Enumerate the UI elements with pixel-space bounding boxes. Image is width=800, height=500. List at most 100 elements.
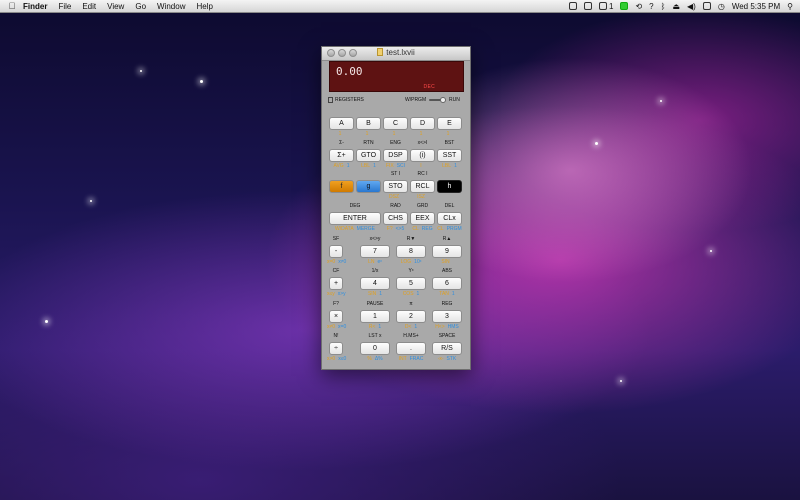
- sync-icon[interactable]: ⟲: [635, 2, 642, 11]
- key-row2-0[interactable]: Σ+: [329, 149, 354, 162]
- key-top-label: ENG: [390, 140, 401, 146]
- key-bottom-labels: D< 1: [394, 324, 428, 330]
- key-g-label: STK: [446, 356, 457, 362]
- key-row8-1[interactable]: 0: [360, 342, 390, 355]
- key-row1-2[interactable]: C: [383, 117, 408, 130]
- key-bottom-labels: % Δ%: [358, 356, 392, 362]
- key-top-label: RC I: [417, 171, 428, 177]
- key-row4-1[interactable]: CHS: [383, 212, 408, 225]
- key-g-label: 1: [379, 291, 383, 297]
- key-top-label: Σ-: [339, 140, 344, 146]
- key-row4-2[interactable]: EEX: [410, 212, 435, 225]
- apple-menu-icon[interactable]: : [7, 1, 17, 11]
- spaces-icon[interactable]: [569, 2, 578, 10]
- key-row5-2[interactable]: 8: [396, 245, 426, 258]
- key-row3-2[interactable]: STO: [383, 180, 408, 193]
- title-bar[interactable]: test.lxvii: [322, 47, 470, 61]
- key-top-label: F?: [333, 301, 339, 307]
- key-f-label: SIN: [367, 291, 377, 297]
- key-row8-3[interactable]: R/S: [432, 342, 462, 355]
- mode-switch-knob[interactable]: [440, 97, 446, 103]
- key-bottom-labels: ISZ: [408, 194, 437, 200]
- key-g-label: 1: [451, 291, 455, 297]
- key-g-label: <>5: [395, 226, 405, 232]
- key-g-label: 10ˣ: [414, 259, 422, 265]
- key-g-label: 1: [416, 291, 420, 297]
- key-g-label: 1: [454, 163, 457, 169]
- key-bottom-labels: 1: [354, 131, 383, 137]
- time-machine-icon[interactable]: ◷: [718, 2, 725, 11]
- key-row8-0[interactable]: ÷: [329, 342, 343, 355]
- key-row7-0[interactable]: ×: [329, 310, 343, 323]
- star: [140, 70, 142, 72]
- registers-label: REGISTERS: [335, 97, 364, 103]
- menu-help[interactable]: Help: [196, 2, 212, 11]
- key-row1-0[interactable]: A: [329, 117, 354, 130]
- key-g-label: REG: [421, 226, 433, 232]
- key-top-label: H.MS+: [403, 333, 419, 339]
- key-row6-2[interactable]: 5: [396, 277, 426, 290]
- key-row2-2[interactable]: DSP: [383, 149, 408, 162]
- key-g-label: eˣ: [377, 259, 382, 265]
- key-row1-3[interactable]: D: [410, 117, 435, 130]
- run-label: RUN: [449, 97, 460, 103]
- menu-go[interactable]: Go: [135, 2, 146, 11]
- battery-status[interactable]: 1: [599, 2, 613, 11]
- key-bottom-labels: SIN: [430, 259, 464, 265]
- bluetooth-icon[interactable]: ᛒ: [661, 2, 666, 11]
- registers-toggle[interactable]: REGISTERS: [328, 97, 364, 103]
- menu-file[interactable]: File: [58, 2, 71, 11]
- clock[interactable]: Wed 5:35 PM: [732, 2, 780, 11]
- key-row6-3[interactable]: 6: [432, 277, 462, 290]
- key-row5-0[interactable]: -: [329, 245, 343, 258]
- key-top-label: 1/x: [371, 268, 379, 274]
- display-icon[interactable]: [702, 2, 711, 10]
- menu-view[interactable]: View: [107, 2, 124, 11]
- key-row8-2[interactable]: .: [396, 342, 426, 355]
- key-row4-3[interactable]: CLx: [437, 212, 462, 225]
- key-g-label: FRAC: [409, 356, 424, 362]
- key-bottom-labels: x>0 x≤0: [327, 356, 346, 362]
- menu-app-finder[interactable]: Finder: [23, 2, 47, 11]
- key-row5-3[interactable]: 9: [432, 245, 462, 258]
- key-row4-0[interactable]: ENTER: [329, 212, 381, 225]
- key-row1-1[interactable]: B: [356, 117, 381, 130]
- star: [660, 100, 662, 102]
- eject-icon[interactable]: ⏏: [672, 2, 680, 11]
- key-row3-1[interactable]: g: [356, 180, 381, 193]
- key-top-label: GRD: [416, 203, 429, 209]
- key-g-label: x≠0: [338, 259, 347, 265]
- adobe-icon[interactable]: [584, 2, 593, 10]
- key-row3-4[interactable]: h: [437, 180, 462, 193]
- key-bottom-labels: AVG 1: [327, 163, 356, 169]
- spotlight-icon[interactable]: ⚲: [787, 2, 793, 11]
- menu-window[interactable]: Window: [157, 2, 185, 11]
- key-row6-1[interactable]: 4: [360, 277, 390, 290]
- key-row7-2[interactable]: 2: [396, 310, 426, 323]
- key-row7-3[interactable]: 3: [432, 310, 462, 323]
- green-status-icon[interactable]: [620, 2, 629, 10]
- key-row2-3[interactable]: (i): [410, 149, 435, 162]
- key-row6-0[interactable]: +: [329, 277, 343, 290]
- display-flag: DEC: [423, 84, 435, 90]
- key-bottom-labels: F? <>5: [381, 226, 410, 232]
- key-top-label: π: [409, 301, 413, 307]
- volume-icon[interactable]: ◀): [687, 2, 696, 11]
- key-f-label: 1: [419, 131, 423, 137]
- key-f-label: x=0: [327, 259, 336, 265]
- key-row1-4[interactable]: E: [437, 117, 462, 130]
- key-f-label: TAN: [439, 291, 449, 297]
- key-g-label: x=0: [338, 324, 347, 330]
- key-top-label: ABS: [441, 268, 452, 274]
- key-row3-0[interactable]: f: [329, 180, 354, 193]
- key-row7-1[interactable]: 1: [360, 310, 390, 323]
- menu-edit[interactable]: Edit: [82, 2, 96, 11]
- key-bottom-labels: INT FRAC: [394, 356, 428, 362]
- key-bottom-labels: R< 1: [358, 324, 392, 330]
- help-icon[interactable]: ?: [649, 2, 653, 11]
- key-row3-3[interactable]: RCL: [410, 180, 435, 193]
- key-f-label: COS: [402, 291, 414, 297]
- key-row5-1[interactable]: 7: [360, 245, 390, 258]
- key-row2-1[interactable]: GTO: [356, 149, 381, 162]
- key-row2-4[interactable]: SST: [437, 149, 462, 162]
